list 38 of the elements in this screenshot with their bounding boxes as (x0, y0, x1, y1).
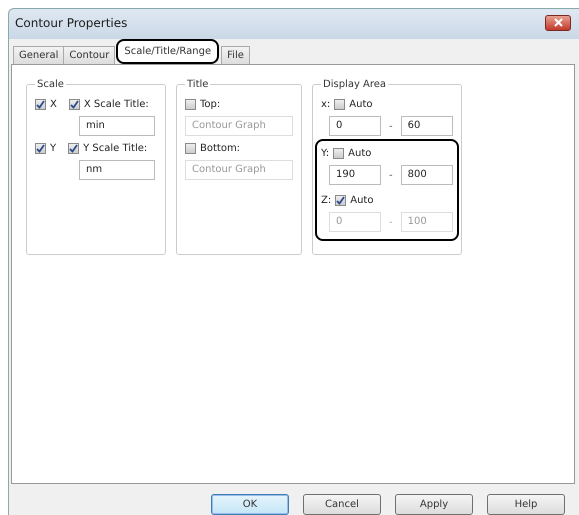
dialog-button[interactable]: Cancel (303, 494, 381, 515)
checkbox[interactable] (35, 142, 46, 154)
checkbox-label: Y Scale Title: (83, 142, 148, 154)
range-end-field[interactable]: 60 (400, 116, 453, 136)
group-title: Title (186, 79, 210, 90)
group-title: Scale (36, 79, 65, 90)
axis-label: Z: (321, 194, 332, 206)
checkbox-label: Auto (348, 148, 372, 159)
axis-label: Y: (321, 148, 330, 159)
tab[interactable]: Scale/Title/Range (116, 39, 220, 64)
dialog-button[interactable]: Apply (395, 494, 473, 515)
text-field[interactable]: min (79, 116, 155, 136)
range-start-field[interactable]: 0 (329, 116, 381, 136)
axis-label: x: (321, 98, 330, 110)
checkbox-label: Y (50, 142, 56, 154)
close-button[interactable] (545, 14, 571, 31)
checkbox[interactable] (334, 98, 346, 110)
dialog-button[interactable]: OK (211, 494, 289, 515)
tab[interactable]: Contour (63, 46, 116, 64)
checkbox-label: Auto (350, 194, 374, 206)
checkbox-label: Top: (200, 98, 220, 110)
range-separator: - (389, 216, 393, 228)
checkbox[interactable] (35, 98, 46, 110)
tab[interactable]: General (13, 46, 64, 64)
checkbox-label: Bottom: (200, 142, 240, 154)
close-icon (554, 18, 562, 28)
window-title: Contour Properties (15, 16, 128, 30)
checkbox-label: Auto (349, 98, 373, 110)
range-separator: - (389, 120, 393, 132)
text-field[interactable]: nm (79, 160, 155, 180)
checkbox[interactable] (68, 142, 80, 154)
checkbox[interactable] (68, 98, 80, 110)
checkbox-label: X Scale Title: (84, 98, 149, 110)
group-title: Display Area (322, 79, 388, 90)
dialog-button[interactable]: Help (487, 494, 565, 515)
tab[interactable]: File (221, 46, 250, 64)
range-separator: - (389, 170, 393, 181)
checkbox-label: X (50, 98, 57, 110)
